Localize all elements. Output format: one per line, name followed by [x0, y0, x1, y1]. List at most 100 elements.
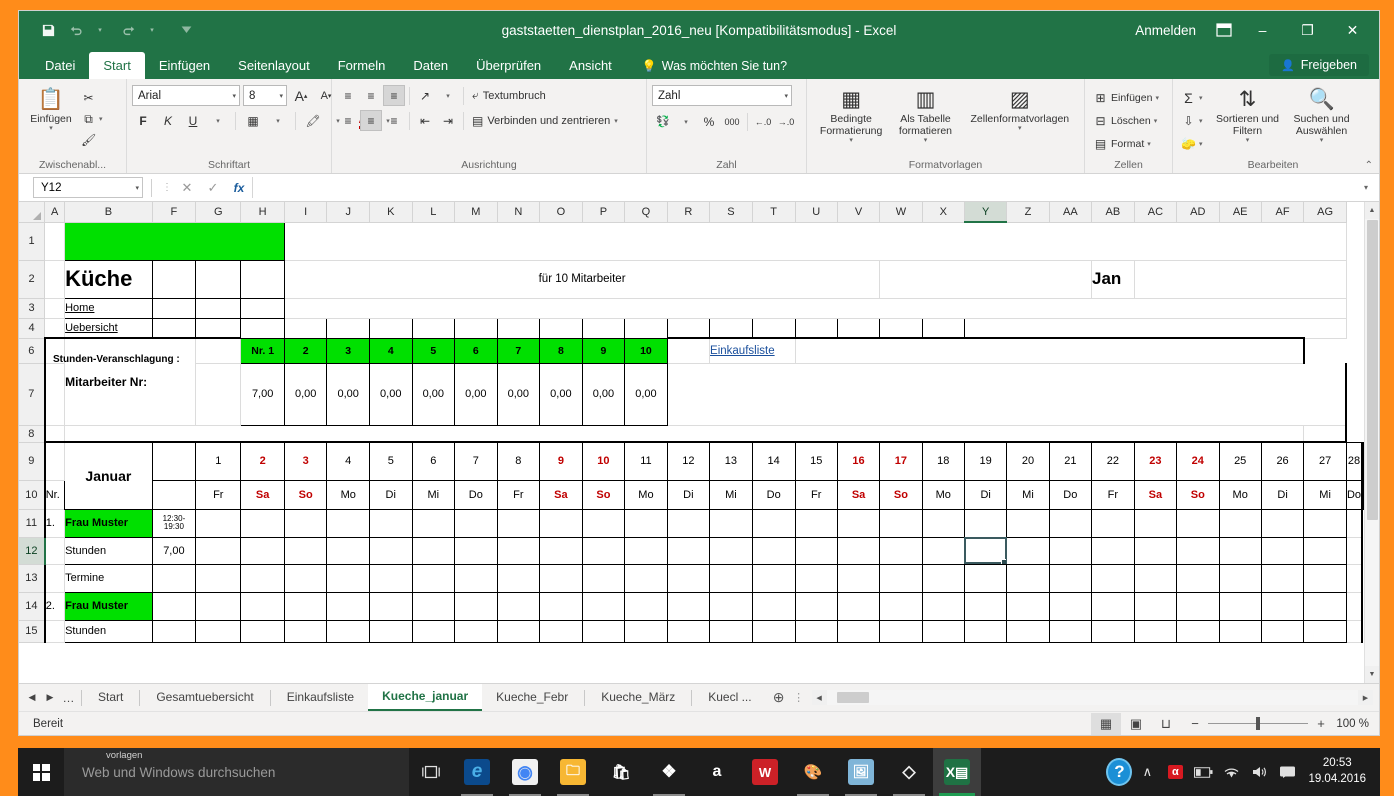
cell-employee-day-12-24[interactable] — [1133, 536, 1178, 565]
cell-employee-day-13-14[interactable] — [709, 563, 753, 593]
cell-wochentag-20[interactable]: Mi — [1006, 479, 1050, 510]
cell-employee-day-15-6[interactable] — [368, 619, 413, 643]
cell-employee-day-12-25[interactable] — [1176, 536, 1220, 565]
cell-row4-box[interactable] — [454, 317, 498, 339]
cell-employee-day-13-16[interactable] — [794, 563, 838, 593]
cell-wochentag-15[interactable]: Fr — [794, 479, 838, 510]
cell-employee-day-11-3[interactable] — [240, 508, 285, 538]
cell-row4-box[interactable] — [496, 317, 541, 339]
number-format-combo[interactable]: Zahl ▾ — [652, 85, 792, 106]
row-header-1[interactable]: 1 — [19, 221, 46, 261]
cell-tag-21[interactable]: 21 — [1048, 441, 1093, 481]
cell-wochentag-16[interactable]: Sa — [836, 479, 881, 510]
cell-employee-day-11-8[interactable] — [454, 508, 498, 538]
action-center-button[interactable] — [1274, 748, 1300, 796]
cell-employee-day-14-23[interactable] — [1091, 591, 1135, 621]
show-hidden-icons-button[interactable]: ∧ — [1134, 748, 1160, 796]
cell-wochentag-11[interactable]: Mo — [624, 479, 668, 510]
cell-a8[interactable] — [43, 425, 66, 443]
name-box[interactable]: Y12 ▾ — [33, 177, 143, 198]
cell-wochentag-8[interactable]: Fr — [496, 479, 541, 510]
ribbon-display-options-icon[interactable] — [1211, 17, 1237, 43]
formula-input[interactable] — [252, 177, 1357, 198]
cell-employee-day-15-14[interactable] — [709, 619, 753, 643]
cell-stunden-veranschlagung-4[interactable]: 0,00 — [368, 362, 413, 426]
cell-employee-day-11-13[interactable] — [666, 508, 711, 538]
cell-employee-day-15-23[interactable] — [1091, 619, 1135, 643]
cell-mitarbeiter-nummer-1[interactable]: Nr. 1 — [240, 337, 285, 364]
cell-tag-27[interactable]: 27 — [1303, 441, 1347, 481]
cell-g4[interactable] — [195, 317, 242, 339]
cell-row8-end[interactable] — [1303, 425, 1348, 443]
column-header-f[interactable]: F — [152, 202, 197, 223]
column-header-z[interactable]: Z — [1006, 202, 1050, 223]
cell-employee-day-15-4[interactable] — [283, 619, 328, 643]
cell-tag-1[interactable]: 1 — [195, 441, 242, 481]
cell-row4-box[interactable] — [921, 317, 965, 339]
cell-employee-day-15-5[interactable] — [326, 619, 370, 643]
expand-formula-bar-icon[interactable]: ▾ — [1357, 183, 1375, 192]
column-header-v[interactable]: V — [837, 202, 881, 223]
cell-employee-day-12-21[interactable] — [1006, 536, 1050, 565]
column-header-ag[interactable]: AG — [1303, 202, 1347, 223]
cell-employee-day-12-26[interactable] — [1218, 536, 1262, 565]
cell-employee-nr-13[interactable] — [43, 564, 66, 593]
sheet-tab-einkaufsliste[interactable]: Einkaufsliste — [273, 684, 368, 711]
row-header-2[interactable]: 2 — [19, 259, 46, 299]
cell-tag-2[interactable]: 2 — [240, 441, 285, 481]
cell-employee-day-14-14[interactable] — [709, 591, 753, 621]
cell-employee-day1-14[interactable] — [151, 591, 197, 621]
horizontal-scrollbar[interactable]: ◀ ▶ — [811, 690, 1373, 705]
cell-employee-day-12-10[interactable] — [539, 536, 583, 565]
cell-tag-16[interactable]: 16 — [836, 441, 881, 481]
cell-styles-button[interactable]: ▨ Zellenformatvorlagen ▾ — [961, 85, 1079, 133]
cell-employee-day-15-18[interactable] — [879, 619, 923, 643]
column-header-l[interactable]: L — [412, 202, 456, 223]
underline-caret[interactable]: ▾ — [207, 110, 229, 131]
zoom-level[interactable]: 100 % — [1335, 718, 1373, 730]
ribbon-tab-ueberpruefen[interactable]: Überprüfen — [462, 52, 555, 79]
cell-employee-day-13-2[interactable] — [195, 563, 242, 593]
cell-a9[interactable] — [43, 442, 66, 481]
cell-tag-22[interactable]: 22 — [1091, 441, 1135, 481]
cell-employee-day-14-27[interactable] — [1260, 591, 1305, 621]
column-header-g[interactable]: G — [195, 202, 242, 223]
cell-g7[interactable] — [195, 363, 242, 426]
cell-employee-day-11-26[interactable] — [1218, 508, 1262, 538]
cell-employee-day-12-18[interactable] — [879, 536, 923, 565]
align-right-button[interactable]: ≡ — [383, 110, 405, 131]
cell-wochentag-27[interactable]: Mi — [1303, 479, 1347, 510]
cell-row4-rest[interactable] — [964, 318, 1347, 339]
cell-tag-4[interactable]: 4 — [326, 441, 370, 481]
cell-employee-day-15-26[interactable] — [1218, 619, 1262, 643]
italic-button[interactable]: K — [157, 110, 179, 131]
cell-employee-day-14-11[interactable] — [581, 591, 626, 621]
cell-wochentag-18[interactable]: Mo — [921, 479, 965, 510]
cell-employee-name-13[interactable]: Termine — [64, 563, 153, 593]
orientation-caret[interactable]: ▾ — [437, 85, 459, 106]
cell-employee-day-11-20[interactable] — [963, 508, 1008, 538]
cell-employee-day-11-21[interactable] — [1006, 508, 1050, 538]
volume-tray-icon[interactable] — [1246, 748, 1272, 796]
cell-wochentag-24[interactable]: So — [1176, 479, 1220, 510]
cell-wochentag-3[interactable]: So — [283, 479, 328, 510]
cell-employee-day-11-16[interactable] — [794, 508, 838, 538]
cancel-edit-button[interactable]: ✕ — [174, 180, 200, 196]
cell-tag-19[interactable]: 19 — [963, 441, 1008, 481]
minimize-button[interactable]: – — [1240, 11, 1285, 49]
column-header-i[interactable]: I — [284, 202, 328, 223]
horizontal-scroll-track[interactable] — [826, 690, 1358, 705]
cell-wochentag-23[interactable]: Sa — [1133, 479, 1178, 510]
first-sheet-button[interactable]: ◀ — [23, 692, 41, 703]
taskbar-app-file-explorer[interactable]: 🗀 — [549, 748, 597, 796]
cell-row4-box[interactable] — [794, 317, 838, 339]
column-header-s[interactable]: S — [709, 202, 753, 223]
format-as-table-button[interactable]: ▥ Als Tabelle formatieren ▾ — [890, 85, 960, 145]
orientation-button[interactable]: ↗ — [414, 85, 436, 106]
cell-row8-filler[interactable] — [64, 425, 1305, 443]
taskbar-app-photos[interactable]: 🖼 — [837, 748, 885, 796]
cell-row4-box[interactable] — [624, 317, 668, 339]
cell-employee-day-14-25[interactable] — [1176, 591, 1220, 621]
cell-tag-11[interactable]: 11 — [624, 441, 668, 481]
zoom-in-button[interactable]: + — [1315, 716, 1327, 731]
